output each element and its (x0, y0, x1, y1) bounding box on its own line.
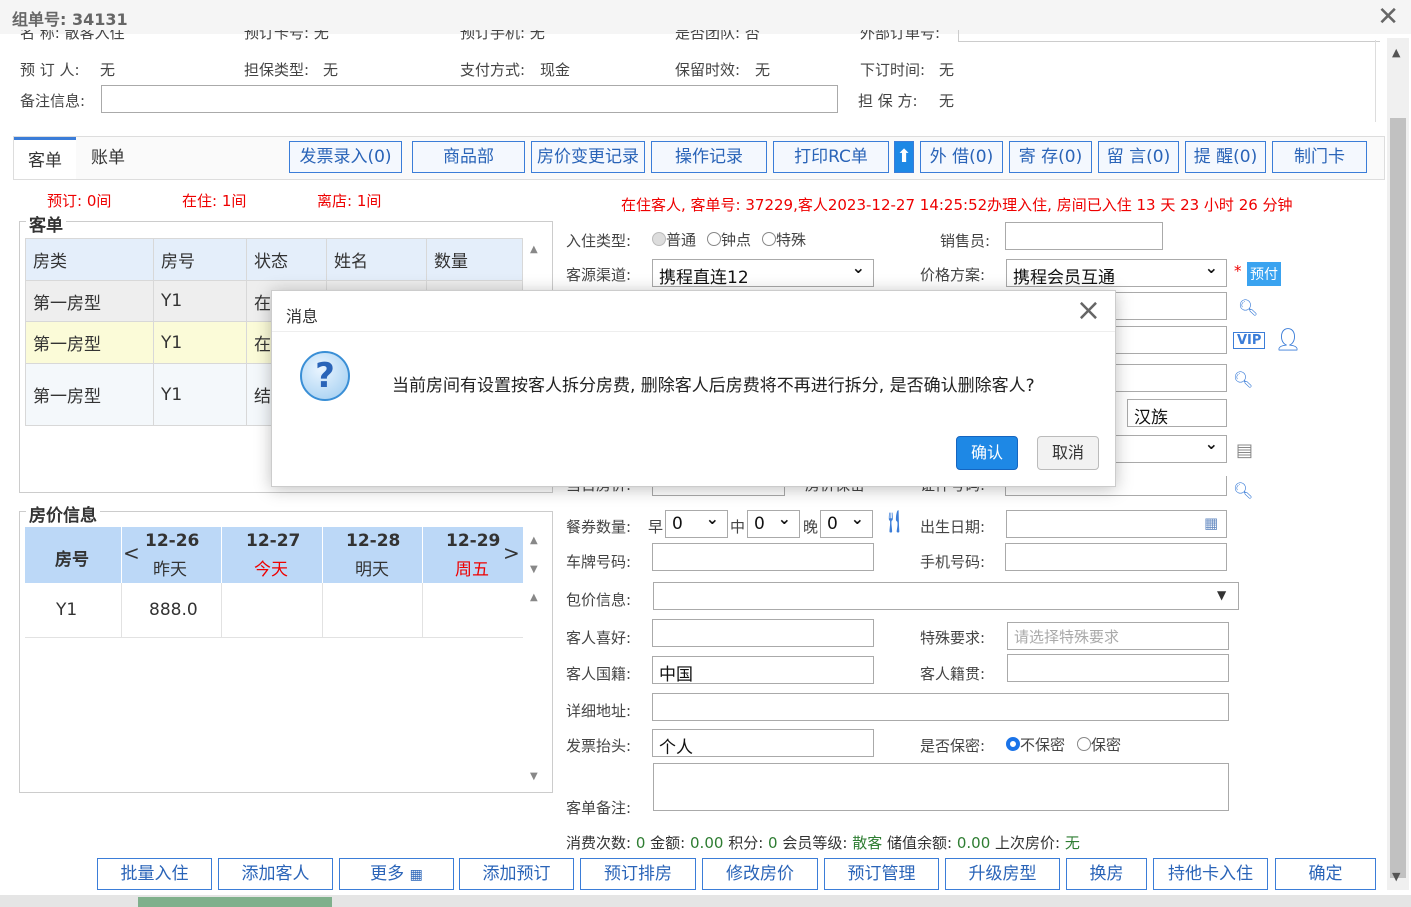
dialog-message: 当前房间有设置按客人拆分房费, 删除客人后房费将不再进行拆分, 是否确认删除客人… (392, 376, 1035, 396)
confirm-dialog: 消息 × ? 当前房间有设置按客人拆分房费, 删除客人后房费将不再进行拆分, 是… (271, 290, 1116, 487)
close-icon[interactable]: × (1076, 293, 1101, 328)
dialog-confirm-button[interactable]: 确认 (956, 436, 1018, 470)
question-icon: ? (300, 351, 350, 401)
divider (272, 331, 1115, 332)
dialog-cancel-button[interactable]: 取消 (1037, 436, 1099, 470)
dialog-title: 消息 (286, 307, 319, 326)
